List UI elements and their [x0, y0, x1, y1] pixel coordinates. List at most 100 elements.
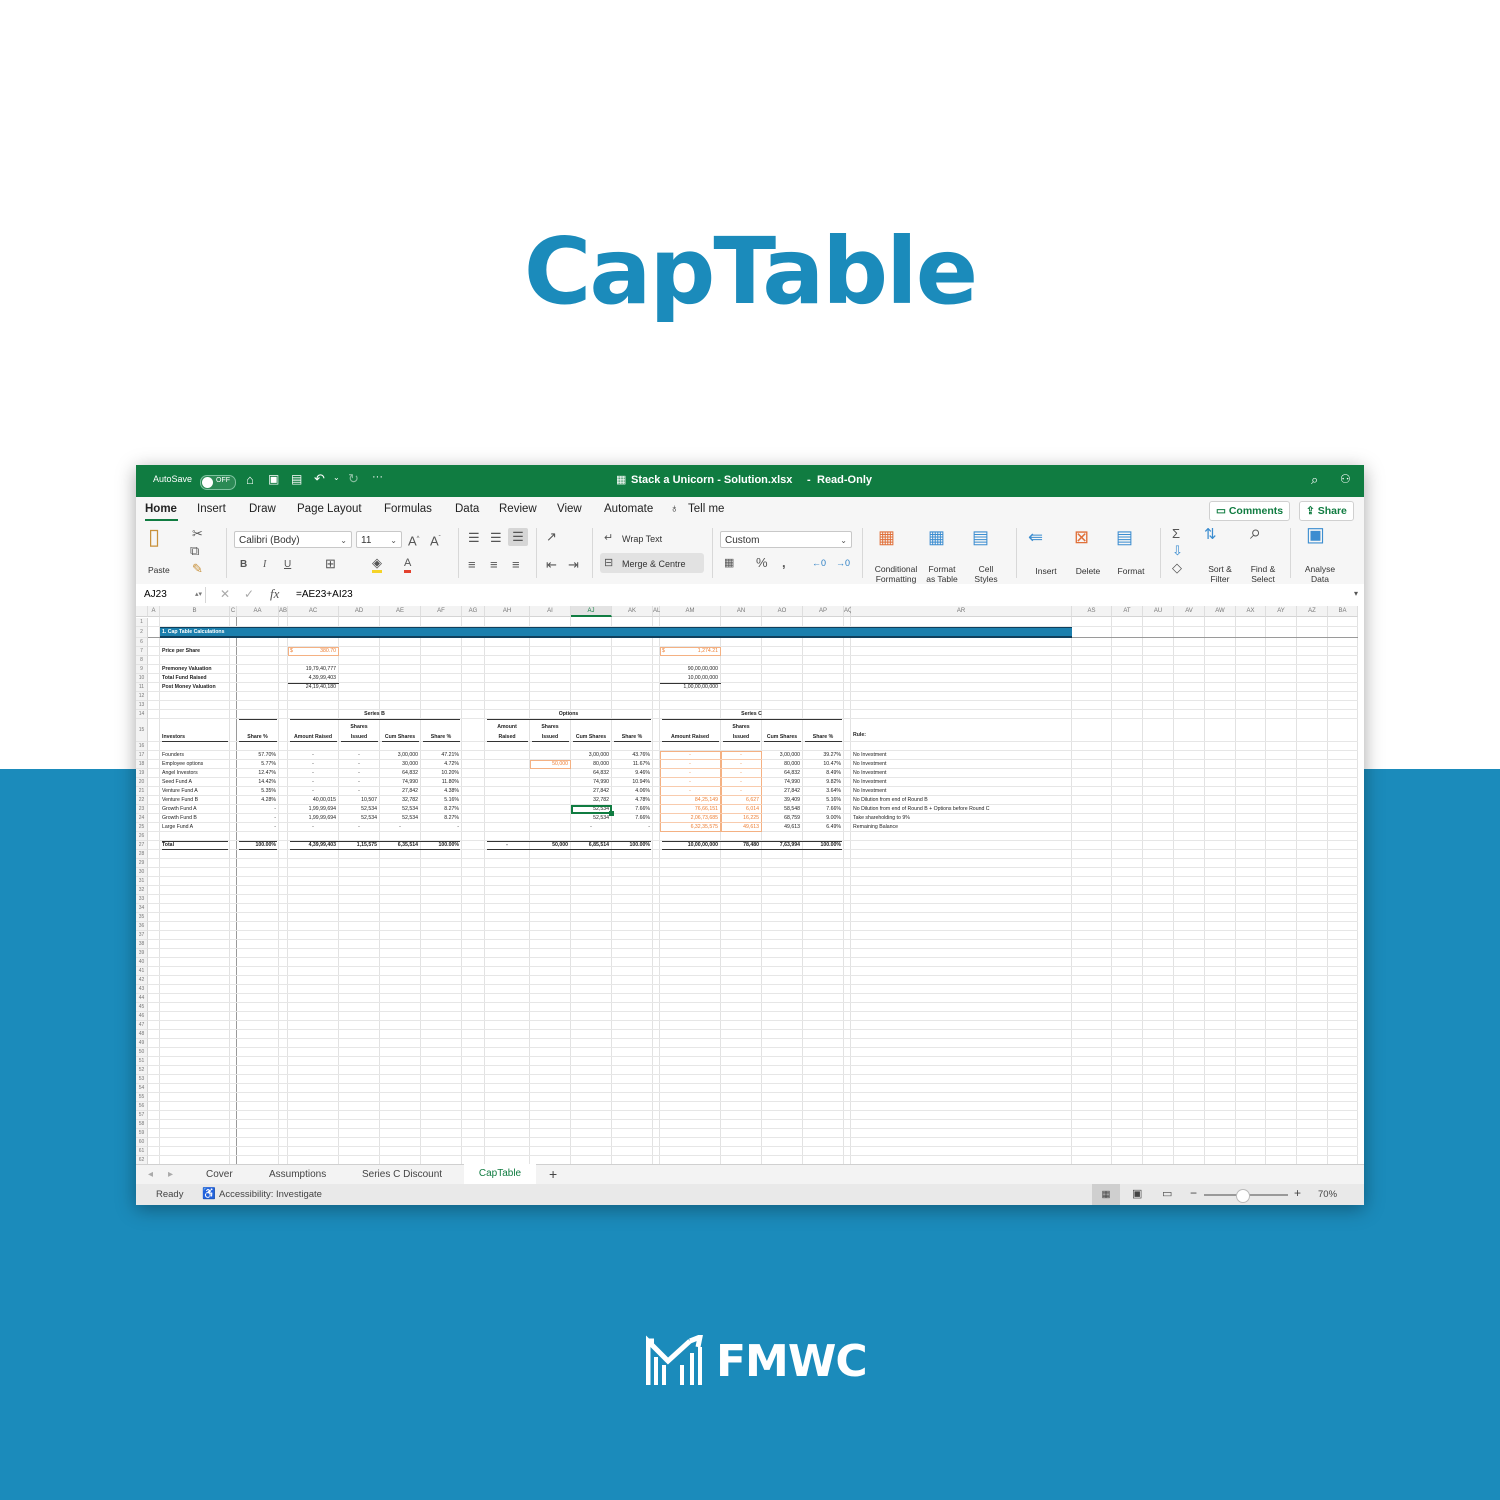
cell-c-cum[interactable]: 49,613 — [764, 823, 800, 831]
row-header-22[interactable]: 22 — [136, 796, 148, 805]
fill-handle[interactable] — [609, 811, 614, 816]
cell-c-cum[interactable]: 58,548 — [764, 805, 800, 813]
delete-cells-icon[interactable]: ⊠ — [1074, 528, 1089, 546]
summary-label[interactable]: Total Fund Raised — [162, 674, 227, 682]
column-title[interactable]: Cum Shares — [764, 733, 800, 741]
search-icon[interactable]: ⌕ — [1311, 472, 1318, 488]
summary-label[interactable]: Post Money Valuation — [162, 683, 227, 691]
row-header-51[interactable]: 51 — [136, 1057, 148, 1066]
cell-b-pct[interactable]: 5.16% — [423, 796, 459, 804]
column-header-ai[interactable]: AI — [530, 606, 571, 617]
undo-icon[interactable]: ↶ — [314, 471, 325, 487]
align-middle-icon[interactable]: ☰ — [490, 531, 502, 545]
tab-home[interactable]: Home — [145, 503, 177, 515]
row-header-57[interactable]: 57 — [136, 1111, 148, 1120]
series-c-postmoney[interactable]: 1,00,00,00,000 — [662, 683, 718, 691]
options-input-box[interactable] — [530, 760, 571, 769]
cell-b-issued[interactable]: - — [341, 778, 377, 786]
borders-icon[interactable]: ⊞ — [325, 557, 336, 571]
cell-o-cum[interactable]: 32,782 — [573, 796, 609, 804]
save-icon[interactable]: ▣ — [268, 472, 279, 486]
cell-c-cum[interactable]: 64,832 — [764, 769, 800, 777]
row-header-11[interactable]: 11 — [136, 683, 148, 692]
enter-icon[interactable]: ✓ — [244, 587, 254, 601]
summary-label[interactable]: Premoney Valuation — [162, 665, 227, 673]
font-color-icon[interactable]: A — [404, 556, 412, 573]
tab-insert[interactable]: Insert — [197, 503, 226, 515]
cell-o-pct[interactable]: 9.46% — [614, 769, 650, 777]
row-header-38[interactable]: 38 — [136, 940, 148, 949]
column-title[interactable]: Investors — [162, 733, 227, 741]
decrease-indent-icon[interactable]: ⇤ — [546, 558, 557, 572]
paste-icon[interactable]: ▯ — [148, 526, 160, 548]
column-header-as[interactable]: AS — [1072, 606, 1112, 617]
cell-o-pct[interactable]: 11.67% — [614, 760, 650, 768]
column-header-av[interactable]: AV — [1174, 606, 1205, 617]
cell-b-pct[interactable]: 4.72% — [423, 760, 459, 768]
column-header-az[interactable]: AZ — [1297, 606, 1328, 617]
cell-b-amount[interactable]: 1,99,99,694 — [290, 805, 336, 813]
row-header-59[interactable]: 59 — [136, 1129, 148, 1138]
series-b-premoney[interactable]: 19,79,40,777 — [290, 665, 336, 673]
column-header-ad[interactable]: AD — [339, 606, 380, 617]
cell-b-pct[interactable]: 11.80% — [423, 778, 459, 786]
column-header-a[interactable]: A — [148, 606, 160, 617]
investor-name[interactable]: Venture Fund A — [162, 787, 227, 795]
row-header-42[interactable]: 42 — [136, 976, 148, 985]
cell-b-cum[interactable]: 52,534 — [382, 814, 418, 822]
row-header-31[interactable]: 31 — [136, 877, 148, 886]
row-header-36[interactable]: 36 — [136, 922, 148, 931]
column-title[interactable]: Amount Raised — [290, 733, 336, 741]
autosum-icon[interactable]: Σ — [1172, 527, 1180, 541]
total-b-pct[interactable]: 100.00% — [423, 841, 459, 849]
paste-label[interactable]: Paste — [148, 565, 170, 575]
column-header-au[interactable]: AU — [1143, 606, 1174, 617]
cell-o-pct[interactable]: 7.66% — [614, 805, 650, 813]
cell-b-amount[interactable]: 40,00,015 — [290, 796, 336, 804]
row-header-21[interactable]: 21 — [136, 787, 148, 796]
investor-name[interactable]: Growth Fund B — [162, 814, 227, 822]
column-title[interactable]: Shares — [532, 723, 568, 731]
cell-c-pct[interactable]: 9.00% — [805, 814, 841, 822]
column-header-ar[interactable]: AR — [851, 606, 1072, 617]
total-c-amount[interactable]: 10,00,00,000 — [662, 841, 718, 849]
sheet-tab-assumptions[interactable]: Assumptions — [269, 1169, 326, 1180]
cell-share-pct[interactable]: 14.42% — [239, 778, 276, 786]
series-b-postmoney[interactable]: 24,19,40,180 — [290, 683, 336, 691]
column-header-ak[interactable]: AK — [612, 606, 653, 617]
cancel-icon[interactable]: ✕ — [220, 587, 230, 601]
cut-icon[interactable]: ✂ — [192, 527, 203, 541]
row-header-33[interactable]: 33 — [136, 895, 148, 904]
next-sheet-icon[interactable]: ▸ — [168, 1169, 173, 1180]
tab-page-layout[interactable]: Page Layout — [297, 503, 362, 515]
rule-text[interactable]: No Dilution from end of Round B — [853, 796, 1069, 804]
row-header-47[interactable]: 47 — [136, 1021, 148, 1030]
row-header-16[interactable]: 16 — [136, 742, 148, 751]
tab-data[interactable]: Data — [455, 503, 479, 515]
row-header-50[interactable]: 50 — [136, 1048, 148, 1057]
column-title[interactable]: Share % — [614, 733, 650, 741]
column-header-af[interactable]: AF — [421, 606, 462, 617]
row-header-13[interactable]: 13 — [136, 701, 148, 710]
cell-b-cum[interactable]: 30,000 — [382, 760, 418, 768]
cell-styles-icon[interactable]: ▤ — [972, 528, 989, 546]
format-cells-button[interactable]: Format — [1112, 566, 1150, 576]
align-bottom-icon[interactable]: ☰ — [508, 528, 528, 546]
fill-color-icon[interactable]: ◈ — [372, 556, 382, 573]
conditional-formatting-label[interactable]: Conditional Formatting — [868, 564, 924, 584]
cell-b-cum[interactable]: - — [382, 823, 418, 831]
cell-styles-label[interactable]: Cell Styles — [970, 564, 1002, 584]
cell-o-cum[interactable]: 64,832 — [573, 769, 609, 777]
page-layout-view-icon[interactable]: ▣ — [1132, 1187, 1142, 1200]
cell-c-pct[interactable]: 39.27% — [805, 751, 841, 759]
row-header-10[interactable]: 10 — [136, 674, 148, 683]
column-header-ba[interactable]: BA — [1328, 606, 1358, 617]
cell-o-pct[interactable]: 4.78% — [614, 796, 650, 804]
row-header-55[interactable]: 55 — [136, 1093, 148, 1102]
home-icon[interactable]: ⌂ — [246, 472, 254, 487]
row-header-45[interactable]: 45 — [136, 1003, 148, 1012]
insert-cells-button[interactable]: Insert — [1026, 566, 1066, 576]
row-header-29[interactable]: 29 — [136, 859, 148, 868]
column-title[interactable]: Amount — [487, 723, 527, 731]
spreadsheet-grid[interactable]: A B C AA AB AC AD AE AF AG AH AI AJ AK AL AM AN AO AP AQ AR A… — [136, 606, 1364, 1164]
